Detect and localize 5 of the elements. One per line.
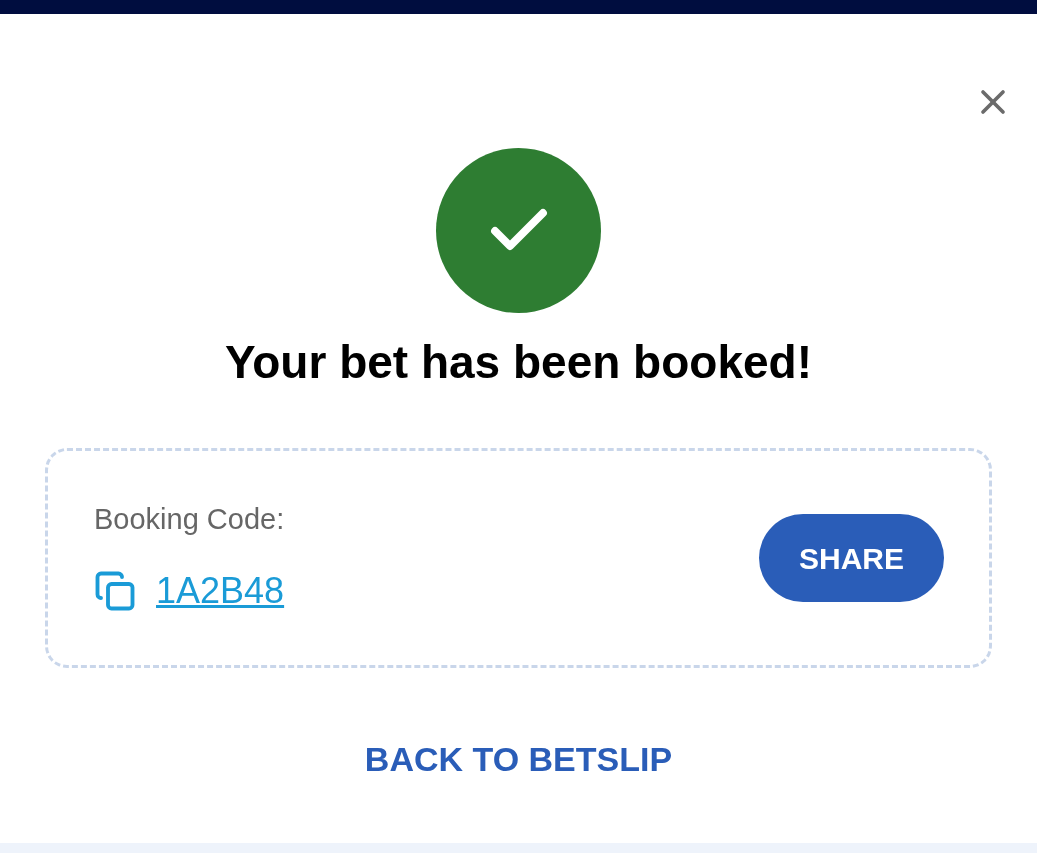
booking-code-label: Booking Code: xyxy=(94,502,285,538)
back-to-betslip-button[interactable]: BACK TO BETSLIP xyxy=(364,734,673,786)
share-button[interactable]: SHARE xyxy=(759,514,944,603)
copy-icon[interactable] xyxy=(94,569,136,612)
confirmation-title: Your bet has been booked! xyxy=(224,335,813,390)
